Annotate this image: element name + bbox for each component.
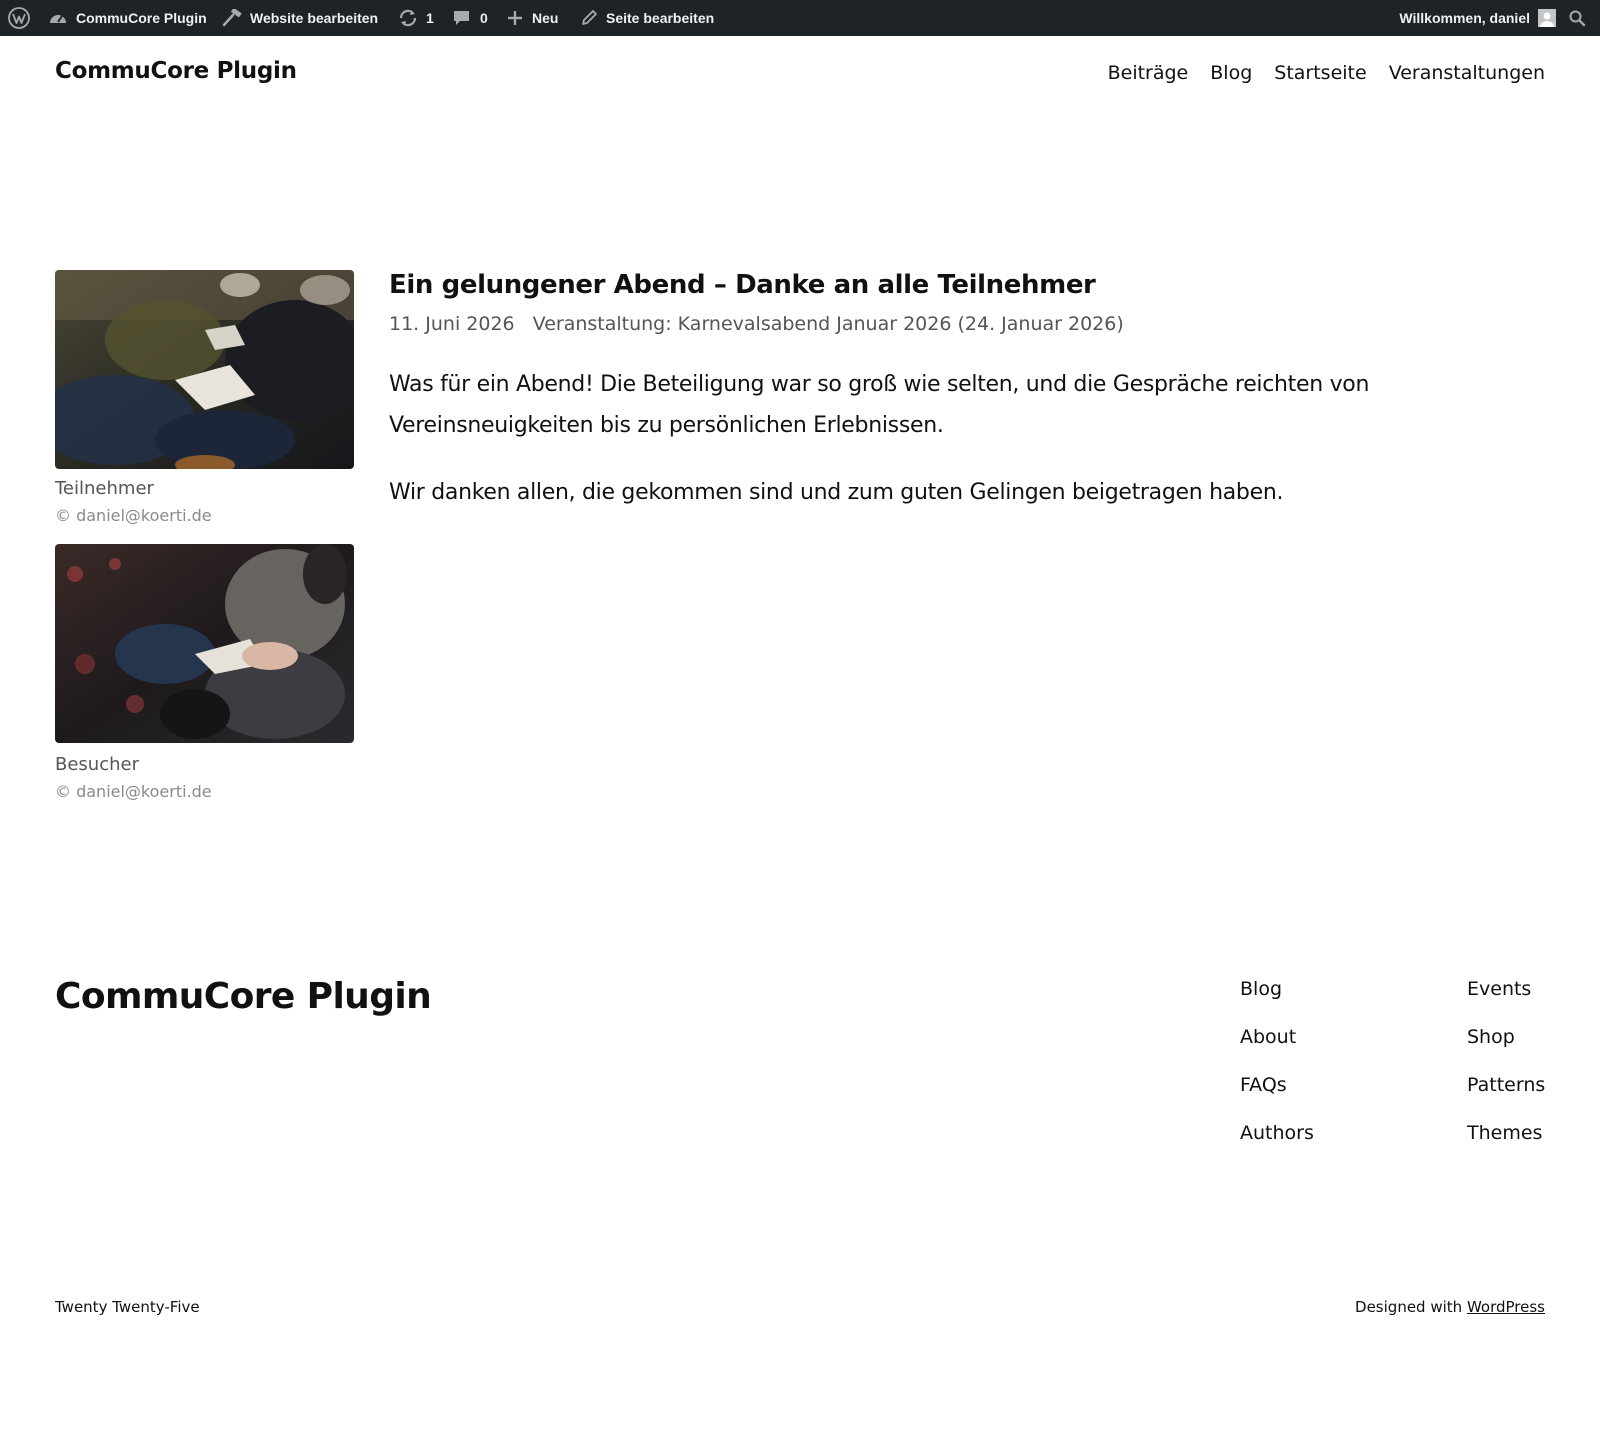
gallery-image-besucher[interactable] <box>55 544 354 743</box>
wordpress-logo-button[interactable] <box>8 0 30 36</box>
comments-count: 0 <box>480 10 488 26</box>
updates-icon <box>398 9 418 27</box>
footer-link-themes[interactable]: Themes <box>1467 1122 1545 1144</box>
nav-item-beitraege[interactable]: Beiträge <box>1108 62 1189 84</box>
nav-item-blog[interactable]: Blog <box>1210 62 1252 84</box>
welcome-text: Willkommen, daniel <box>1399 10 1530 26</box>
edit-site-button[interactable]: Website bearbeiten <box>222 0 378 36</box>
admin-search-button[interactable] <box>1568 0 1586 36</box>
footer-theme-name: Twenty Twenty-Five <box>55 1298 200 1316</box>
edit-page-button[interactable]: Seite bearbeiten <box>580 0 714 36</box>
avatar <box>1538 9 1556 27</box>
post-content: Was für ein Abend! Die Beteiligung war s… <box>389 364 1399 513</box>
post-paragraph: Wir danken allen, die gekommen sind und … <box>389 480 1284 505</box>
footer-nav-left: Blog About FAQs Authors <box>1240 978 1314 1144</box>
new-content-label: Neu <box>532 10 559 26</box>
nav-item-startseite[interactable]: Startseite <box>1274 62 1366 84</box>
gallery-image-teilnehmer[interactable] <box>55 270 354 469</box>
image-caption: Besucher <box>55 754 139 775</box>
admin-site-name: CommuCore Plugin <box>76 10 207 26</box>
pencil-icon <box>580 9 598 27</box>
footer-link-blog[interactable]: Blog <box>1240 978 1314 1000</box>
post-title: Ein gelungener Abend – Danke an alle Tei… <box>389 270 1096 300</box>
footer-link-shop[interactable]: Shop <box>1467 1026 1545 1048</box>
updates-count: 1 <box>426 10 434 26</box>
admin-bar: CommuCore Plugin Website bearbeiten 1 0 … <box>0 0 1600 36</box>
footer-link-events[interactable]: Events <box>1467 978 1545 1000</box>
image-caption: Teilnehmer <box>55 478 154 499</box>
post-paragraph: Was für ein Abend! Die Beteiligung war s… <box>389 372 1370 438</box>
search-icon <box>1568 9 1586 27</box>
wordpress-logo-icon <box>8 7 30 29</box>
footer-link-authors[interactable]: Authors <box>1240 1122 1314 1144</box>
admin-site-name-button[interactable]: CommuCore Plugin <box>48 0 207 36</box>
footer-credit: Designed with WordPress <box>1355 1298 1545 1316</box>
nav-item-veranstaltungen[interactable]: Veranstaltungen <box>1389 62 1545 84</box>
footer-nav-right: Events Shop Patterns Themes <box>1467 978 1545 1144</box>
dashboard-icon <box>48 9 68 27</box>
updates-button[interactable]: 1 <box>398 0 434 36</box>
image-credit: © daniel@koerti.de <box>55 506 212 525</box>
footer-link-faqs[interactable]: FAQs <box>1240 1074 1314 1096</box>
wordpress-link[interactable]: WordPress <box>1467 1298 1545 1316</box>
comments-button[interactable]: 0 <box>452 0 488 36</box>
edit-site-label: Website bearbeiten <box>250 10 379 26</box>
footer-link-patterns[interactable]: Patterns <box>1467 1074 1545 1096</box>
account-menu-button[interactable]: Willkommen, daniel <box>1399 0 1556 36</box>
main-navigation: Beiträge Blog Startseite Veranstaltungen <box>1108 62 1545 84</box>
hammer-icon <box>222 9 242 27</box>
footer-designed-with: Designed with <box>1355 1298 1463 1316</box>
image-credit: © daniel@koerti.de <box>55 782 212 801</box>
footer-link-about[interactable]: About <box>1240 1026 1314 1048</box>
post-date: 11. Juni 2026 <box>389 313 515 335</box>
footer-site-title-link[interactable]: CommuCore Plugin <box>55 976 432 1017</box>
comment-icon <box>452 9 472 27</box>
new-content-button[interactable]: Neu <box>506 0 558 36</box>
post-meta: 11. Juni 2026 Veranstaltung: Karnevalsab… <box>389 313 1124 335</box>
site-title-link[interactable]: CommuCore Plugin <box>55 58 297 84</box>
edit-page-label: Seite bearbeiten <box>606 10 715 26</box>
plus-icon <box>506 9 524 27</box>
post-event-link[interactable]: Veranstaltung: Karnevalsabend Januar 202… <box>533 313 1124 335</box>
